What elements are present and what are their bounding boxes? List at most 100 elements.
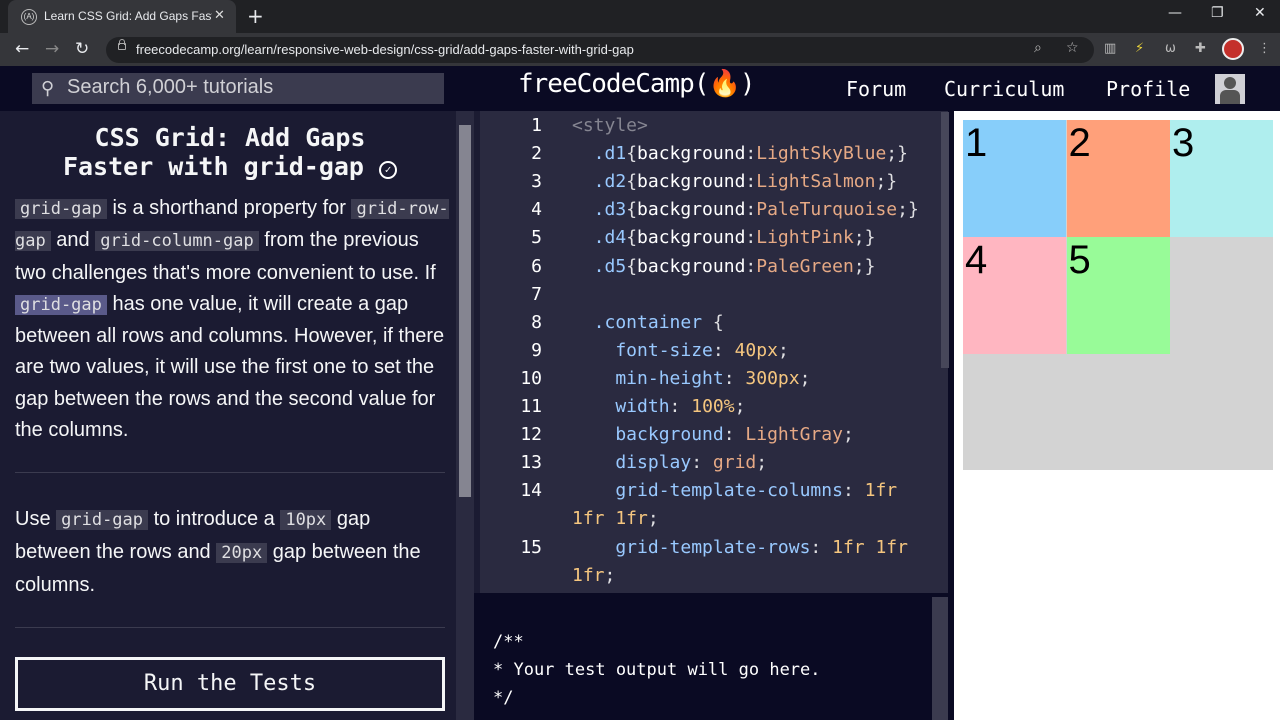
code-snippet: 20px bbox=[216, 543, 268, 563]
code-token: 1fr 1fr bbox=[832, 536, 908, 558]
code-editor[interactable]: 1 <style> 2 .d1{background:LightSkyBlue;} 3… bbox=[474, 111, 948, 593]
code-token: : bbox=[810, 536, 833, 558]
zoom-icon[interactable]: ⌕ bbox=[1034, 40, 1042, 56]
code-token: ;} bbox=[897, 199, 919, 221]
window-close-icon[interactable]: ✕ bbox=[1254, 5, 1266, 21]
code-token: : bbox=[842, 480, 865, 502]
line-number: 15 bbox=[520, 536, 542, 558]
line-number: 10 bbox=[520, 367, 542, 389]
line-code: grid-template-columns: 1fr bbox=[572, 480, 897, 501]
address-bar[interactable]: freecodecamp.org/learn/responsive-web-de… bbox=[106, 37, 1094, 63]
puzzle-extensions-icon[interactable]: ✚ bbox=[1195, 41, 1206, 56]
instructions-panel: CSS Grid: Add Gaps Faster with grid-gap … bbox=[0, 111, 456, 720]
line-number: 12 bbox=[520, 424, 542, 446]
code-token: .container bbox=[572, 311, 713, 333]
forward-arrow-icon[interactable]: → bbox=[45, 39, 59, 59]
browser-profile-avatar[interactable] bbox=[1222, 38, 1244, 60]
search-input[interactable]: ⚲ Search 6,000+ tutorials bbox=[32, 73, 444, 104]
bookmark-star-icon[interactable]: ☆ bbox=[1066, 40, 1079, 56]
grid-cell-5: 5 bbox=[1066, 237, 1170, 354]
user-avatar[interactable] bbox=[1215, 74, 1245, 104]
reading-list-icon[interactable]: ▥ bbox=[1104, 41, 1116, 56]
line-number: 7 bbox=[531, 283, 542, 305]
scrollbar-thumb[interactable] bbox=[459, 125, 471, 497]
minimize-icon[interactable]: — bbox=[1168, 5, 1182, 21]
code-token: { bbox=[626, 171, 638, 193]
line-number: 4 bbox=[531, 199, 542, 221]
code-snippet: 10px bbox=[280, 510, 332, 530]
output-scrollbar[interactable] bbox=[932, 597, 948, 720]
code-snippet-highlighted: grid-gap bbox=[15, 294, 107, 315]
challenge-title-line1: CSS Grid: Add Gaps bbox=[94, 123, 366, 152]
code-token: PaleGreen bbox=[756, 255, 854, 277]
code-token: ; bbox=[842, 424, 854, 446]
desc-text: and bbox=[50, 229, 96, 252]
code-token: LightPink bbox=[756, 227, 854, 249]
instructions-scrollbar[interactable] bbox=[456, 111, 474, 720]
code-token: .d2 bbox=[572, 171, 627, 193]
browser-tab-bar: (A) Learn CSS Grid: Add Gaps Faster ✕ + … bbox=[0, 0, 1280, 33]
new-tab-icon[interactable]: + bbox=[247, 4, 264, 28]
instr-text: Use bbox=[15, 508, 57, 530]
line-code: .d5{background:PaleGreen;} bbox=[572, 255, 876, 277]
code-token: : bbox=[712, 339, 735, 361]
nav-link-curriculum[interactable]: Curriculum bbox=[944, 77, 1064, 101]
code-token: .d5 bbox=[572, 255, 627, 277]
nav-link-forum[interactable]: Forum bbox=[846, 77, 906, 101]
reload-icon[interactable]: ↻ bbox=[75, 39, 89, 59]
extension-icon-2[interactable]: ω bbox=[1165, 41, 1176, 56]
url-text: freecodecamp.org/learn/responsive-web-de… bbox=[136, 42, 634, 57]
line-code: 1fr 1fr; bbox=[572, 508, 659, 529]
lock-icon bbox=[118, 39, 126, 50]
code-token: ;} bbox=[886, 143, 908, 165]
line-code: <style> bbox=[572, 115, 648, 136]
fcc-logo[interactable]: freeCodeCamp(🔥) bbox=[518, 69, 756, 99]
address-toolbar: ← → ↻ freecodecamp.org/learn/responsive-… bbox=[0, 33, 1280, 66]
code-token: LightSkyBlue bbox=[756, 143, 887, 165]
close-tab-icon[interactable]: ✕ bbox=[214, 7, 225, 23]
line-code: width: 100%; bbox=[572, 396, 745, 417]
line-code: .d4{background:LightPink;} bbox=[572, 227, 876, 249]
line-code: display: grid; bbox=[572, 452, 767, 473]
code-token: <style> bbox=[572, 115, 648, 136]
grid-cell-2: 2 bbox=[1066, 120, 1170, 237]
run-tests-button[interactable]: Run the Tests bbox=[15, 657, 445, 711]
line-number: 14 bbox=[520, 480, 542, 502]
divider bbox=[15, 472, 445, 473]
search-icon: ⚲ bbox=[41, 78, 55, 98]
restore-icon[interactable]: ❐ bbox=[1211, 5, 1224, 21]
code-token: min-height bbox=[572, 367, 724, 389]
fcc-favicon-icon: (A) bbox=[21, 9, 37, 25]
code-snippet: grid-gap bbox=[15, 199, 107, 219]
browser-tab[interactable]: (A) Learn CSS Grid: Add Gaps Faster ✕ bbox=[8, 0, 236, 33]
code-token: ;} bbox=[853, 255, 876, 277]
back-arrow-icon[interactable]: ← bbox=[15, 39, 29, 59]
completed-check-icon: ✓ bbox=[379, 161, 398, 179]
menu-dots-icon[interactable]: ⋮ bbox=[1258, 41, 1271, 56]
grid-container: 12345 bbox=[963, 120, 1273, 470]
code-token: : bbox=[691, 452, 713, 474]
code-token: : bbox=[745, 199, 757, 221]
code-token: background bbox=[637, 255, 746, 277]
code-token: 1fr 1fr bbox=[572, 508, 648, 530]
code-token: : bbox=[723, 367, 746, 389]
desc-text: has one value, it will create a gap betw… bbox=[15, 292, 445, 442]
line-number: 1 bbox=[531, 115, 542, 136]
test-output-console: /** * Your test output will go here. */ bbox=[478, 597, 948, 720]
line-code: min-height: 300px; bbox=[572, 368, 810, 389]
code-token: grid bbox=[712, 452, 757, 474]
line-number: 5 bbox=[531, 227, 542, 249]
line-code: .container { bbox=[572, 312, 724, 333]
code-token: background bbox=[637, 227, 746, 249]
code-token: ;} bbox=[875, 171, 898, 193]
line-code: .d2{background:LightSalmon;} bbox=[572, 171, 897, 192]
editor-scrollbar[interactable] bbox=[941, 112, 949, 368]
desc-text: is a shorthand property for bbox=[106, 197, 352, 219]
code-token: ; bbox=[799, 367, 811, 389]
grid-cell-1: 1 bbox=[963, 120, 1066, 237]
code-token: LightSalmon bbox=[756, 171, 876, 193]
code-token: font-size bbox=[572, 339, 713, 361]
nav-link-profile[interactable]: Profile bbox=[1106, 77, 1190, 101]
extension-icon[interactable]: ⚡ bbox=[1135, 41, 1144, 56]
tab-title: Learn CSS Grid: Add Gaps Faster bbox=[44, 9, 212, 23]
